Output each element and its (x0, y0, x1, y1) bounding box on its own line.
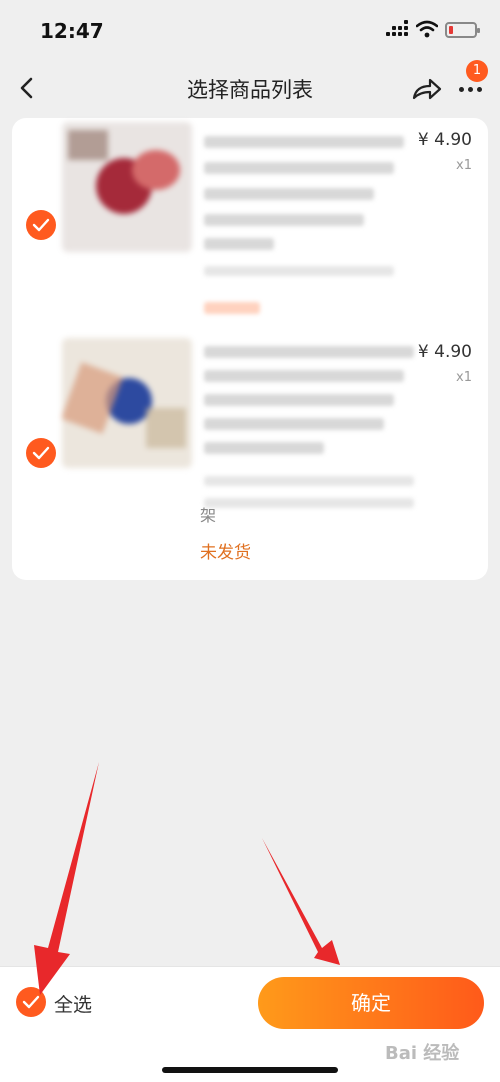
item-price: ¥ 4.90 (417, 130, 472, 150)
product-item[interactable]: ¥ 4.90 x1 (12, 118, 488, 338)
wifi-icon (416, 20, 438, 38)
shipping-status: 未发货 (200, 543, 251, 563)
select-all-toggle[interactable]: 全选 (16, 987, 116, 1019)
item-checkbox[interactable] (26, 210, 56, 240)
annotation-arrow-confirm (262, 838, 340, 965)
product-spec-blurred (204, 266, 394, 276)
notification-badge: 1 (466, 60, 488, 82)
home-indicator (162, 1067, 338, 1073)
product-status-blurred (204, 302, 260, 314)
product-name-blurred (204, 346, 414, 358)
confirm-button[interactable]: 确定 (258, 977, 484, 1029)
product-item[interactable]: ¥ 4.90 x1 架 未发货 (12, 338, 488, 580)
screen: 12:47 选择商品列表 1 ¥ 4.90 x1 ¥ 4.90 x1 架 未发货… (0, 0, 500, 1082)
product-image[interactable] (62, 122, 192, 252)
product-list-card: ¥ 4.90 x1 ¥ 4.90 x1 架 未发货 (12, 118, 488, 580)
product-name-blurred (204, 238, 274, 250)
select-all-checkbox[interactable] (16, 987, 46, 1017)
product-spec-text: 架 (200, 506, 217, 525)
product-name-blurred (204, 136, 404, 148)
product-name-blurred (204, 442, 324, 454)
battery-icon (445, 22, 480, 38)
item-quantity: x1 (456, 158, 472, 173)
product-spec-blurred (204, 476, 414, 486)
product-name-blurred (204, 418, 384, 430)
watermark-logo: Bai 经验 (385, 1043, 460, 1064)
annotation-arrow-select-all (34, 762, 99, 995)
status-bar: 12:47 (0, 0, 500, 60)
checkmark-icon (32, 218, 50, 232)
checkmark-icon (32, 446, 50, 460)
select-all-label: 全选 (54, 994, 93, 1016)
product-name-blurred (204, 370, 404, 382)
signal-icon (386, 20, 410, 40)
status-time: 12:47 (40, 19, 104, 43)
product-name-blurred (204, 394, 394, 406)
share-icon[interactable] (410, 74, 444, 104)
product-name-blurred (204, 162, 394, 174)
item-price: ¥ 4.90 (417, 342, 472, 362)
nav-bar: 选择商品列表 1 (0, 60, 500, 118)
product-name-blurred (204, 214, 364, 226)
product-image[interactable] (62, 338, 192, 468)
product-name-blurred (204, 188, 374, 200)
product-spec-blurred (204, 498, 414, 508)
bottom-action-bar: 全选 确定 Bai 经验 (0, 966, 500, 1082)
item-quantity: x1 (456, 370, 472, 385)
item-checkbox[interactable] (26, 438, 56, 468)
more-icon[interactable] (456, 80, 486, 100)
checkmark-icon (22, 995, 40, 1009)
